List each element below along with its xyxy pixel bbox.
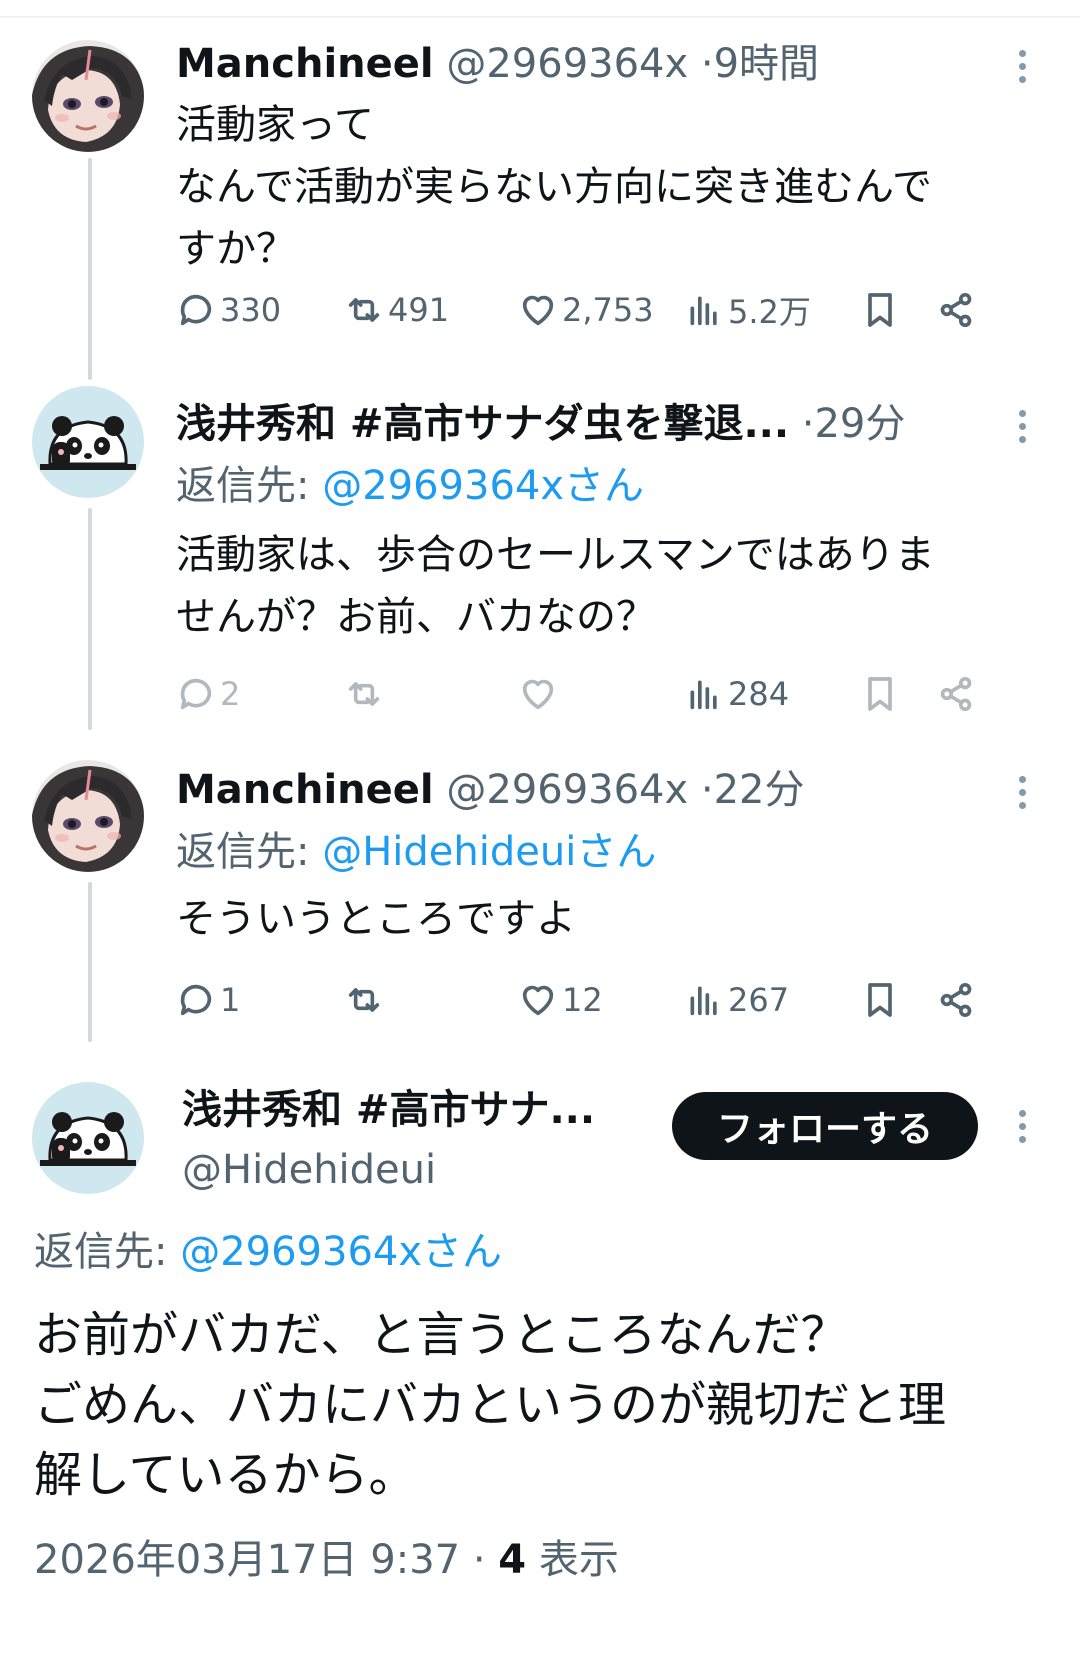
more-icon[interactable] bbox=[1012, 1102, 1032, 1150]
reply-icon bbox=[180, 678, 212, 710]
replying-to: 返信先: @2969364xさん bbox=[34, 1226, 502, 1278]
reply-count: 2 bbox=[220, 675, 241, 713]
timestamp[interactable]: 22分 bbox=[714, 767, 805, 813]
more-icon[interactable] bbox=[1012, 42, 1032, 90]
thread-line bbox=[88, 882, 92, 1042]
more-icon[interactable] bbox=[1012, 402, 1032, 450]
like-icon bbox=[522, 679, 554, 710]
views-count: 267 bbox=[728, 981, 790, 1019]
tweet-text: 活動家って なんで活動が実らない方向に突き進むんで すか？ bbox=[176, 102, 932, 272]
tweet-actions: 2 284 bbox=[176, 670, 1036, 718]
reply-icon bbox=[180, 294, 212, 326]
tweet-header: 浅井秀和 #高市サナダ虫を撃退... ·29分 bbox=[176, 398, 905, 450]
repost-button[interactable]: 491 bbox=[344, 286, 449, 334]
handle[interactable]: @2969364x bbox=[446, 41, 688, 87]
share-button[interactable] bbox=[936, 976, 976, 1024]
timestamp[interactable]: 29分 bbox=[814, 401, 905, 447]
display-name[interactable]: 浅井秀和 #高市サナ... bbox=[182, 1084, 595, 1136]
reply-count: 330 bbox=[220, 291, 282, 329]
replying-label: 返信先: bbox=[176, 463, 310, 509]
thread-line bbox=[88, 508, 92, 730]
avatar[interactable] bbox=[32, 1082, 144, 1194]
tweet-header: Manchineel @2969364x ·22分 bbox=[176, 764, 805, 816]
views-label: 表示 bbox=[538, 1537, 619, 1583]
reply-button[interactable]: 1 bbox=[176, 976, 240, 1024]
reply-count: 1 bbox=[220, 981, 241, 1019]
dot-separator: · bbox=[700, 767, 714, 813]
avatar[interactable] bbox=[32, 386, 144, 498]
share-icon bbox=[940, 293, 972, 327]
repost-icon bbox=[348, 988, 380, 1012]
mention-link[interactable]: @2969364xさん bbox=[322, 463, 644, 509]
views-icon bbox=[690, 680, 717, 710]
like-button[interactable] bbox=[518, 670, 558, 718]
handle[interactable]: @2969364x bbox=[446, 767, 688, 813]
tweet-header: Manchineel @2969364x ·9時間 bbox=[176, 38, 819, 90]
tweet-actions: 330 491 2,753 5.2万 bbox=[176, 286, 1036, 334]
avatar[interactable] bbox=[32, 760, 144, 872]
timestamp[interactable]: 2026年03月17日 9:37 bbox=[34, 1537, 460, 1583]
dot-separator: · bbox=[472, 1537, 486, 1583]
repost-button[interactable] bbox=[344, 976, 384, 1024]
tweet-actions: 1 12 267 bbox=[176, 976, 1036, 1024]
like-icon bbox=[522, 295, 554, 326]
thread-line bbox=[88, 158, 92, 380]
dot-separator: · bbox=[801, 401, 815, 447]
views-button[interactable]: 267 bbox=[684, 976, 789, 1024]
views-count: 4 bbox=[498, 1537, 527, 1583]
repost-button[interactable] bbox=[344, 670, 384, 718]
display-name[interactable]: Manchineel bbox=[176, 767, 434, 813]
like-button[interactable]: 2,753 bbox=[518, 286, 654, 334]
replying-to: 返信先: @Hidehideuiさん bbox=[176, 826, 656, 878]
tweet-text: お前がバカだ、と言うところなんだ？ ごめん、バカにバカというのが親切だと理 解し… bbox=[34, 1307, 947, 1503]
tweet-meta: 2026年03月17日 9:37 · 4 表示 bbox=[34, 1534, 619, 1586]
share-button[interactable] bbox=[936, 670, 976, 718]
share-icon bbox=[940, 677, 972, 711]
replying-label: 返信先: bbox=[34, 1229, 168, 1275]
replying-label: 返信先: bbox=[176, 829, 310, 875]
share-button[interactable] bbox=[936, 286, 976, 334]
main-author: 浅井秀和 #高市サナ... @Hidehideui bbox=[182, 1084, 595, 1196]
handle[interactable]: @Hidehideui bbox=[182, 1144, 595, 1196]
views-button[interactable]: 284 bbox=[684, 670, 789, 718]
bookmark-icon bbox=[868, 677, 892, 711]
views-count: 5.2万 bbox=[728, 293, 811, 331]
like-button[interactable]: 12 bbox=[518, 976, 603, 1024]
more-icon[interactable] bbox=[1012, 768, 1032, 816]
tweet-text: 活動家は、歩合のセールスマンではありま せんが？お前、バカなの？ bbox=[176, 532, 935, 640]
reply-icon bbox=[180, 984, 212, 1016]
bookmark-button[interactable] bbox=[860, 286, 900, 334]
mention-link[interactable]: @2969364xさん bbox=[180, 1229, 502, 1275]
views-count: 284 bbox=[728, 675, 790, 713]
reply-button[interactable]: 330 bbox=[176, 286, 281, 334]
display-name[interactable]: 浅井秀和 #高市サナダ虫を撃退... bbox=[176, 401, 789, 447]
follow-button[interactable]: フォローする bbox=[672, 1092, 978, 1160]
views-icon bbox=[690, 296, 717, 326]
views-icon bbox=[690, 986, 717, 1016]
bookmark-button[interactable] bbox=[860, 976, 900, 1024]
views-button[interactable]: 5.2万 bbox=[684, 286, 811, 334]
like-count: 2,753 bbox=[562, 291, 654, 329]
timestamp[interactable]: 9時間 bbox=[714, 41, 819, 87]
repost-icon bbox=[348, 298, 380, 322]
display-name[interactable]: Manchineel bbox=[176, 41, 434, 87]
avatar[interactable] bbox=[32, 40, 144, 152]
share-icon bbox=[940, 983, 972, 1017]
like-icon bbox=[522, 985, 554, 1016]
bookmark-button[interactable] bbox=[860, 670, 900, 718]
top-divider bbox=[0, 16, 1080, 18]
dot-separator: · bbox=[700, 41, 714, 87]
like-count: 12 bbox=[562, 981, 603, 1019]
bookmark-icon bbox=[868, 983, 892, 1017]
repost-icon bbox=[348, 682, 380, 706]
bookmark-icon bbox=[868, 293, 892, 327]
reply-button[interactable]: 2 bbox=[176, 670, 240, 718]
replying-to: 返信先: @2969364xさん bbox=[176, 460, 644, 512]
mention-link[interactable]: @Hidehideuiさん bbox=[322, 829, 656, 875]
tweet-text: そういうところですよ bbox=[176, 896, 576, 942]
repost-count: 491 bbox=[388, 291, 450, 329]
